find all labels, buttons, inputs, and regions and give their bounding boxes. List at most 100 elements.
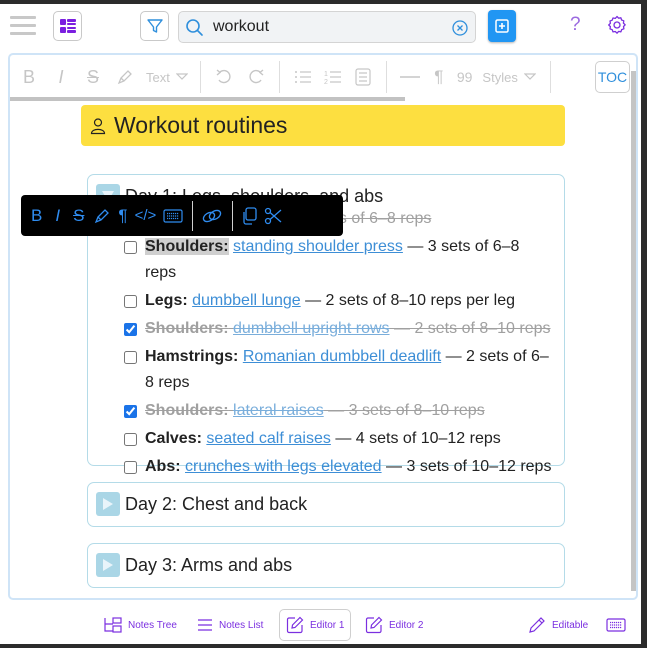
editor-1-tab[interactable]: Editor 1 (279, 609, 352, 641)
section-title: Day 3: Arms and abs (125, 554, 293, 575)
exercise-link[interactable]: dumbbell lunge (192, 292, 301, 309)
float-bold-button[interactable]: B (31, 204, 42, 228)
note-content[interactable]: Workout routines Day 1: Legs, shoulders,… (10, 101, 630, 598)
task-checkbox[interactable] (124, 295, 137, 308)
task-category: Legs: (145, 292, 188, 309)
task-category: Shoulders: (145, 320, 229, 337)
float-italic-button[interactable]: I (55, 204, 60, 228)
horizontal-rule-icon (399, 76, 420, 78)
task-checkbox[interactable] (124, 433, 137, 446)
gear-icon[interactable] (607, 15, 627, 35)
search-field[interactable] (178, 11, 476, 43)
exercise-link[interactable]: standing shoulder press (233, 238, 403, 255)
vertical-scrollbar[interactable] (631, 71, 636, 591)
editable-toggle[interactable]: Editable (528, 609, 588, 641)
redo-button[interactable] (245, 63, 267, 91)
task-checkbox[interactable] (124, 461, 137, 474)
numbered-list-button[interactable]: 12 (322, 63, 344, 91)
keyboard-icon (606, 618, 626, 632)
section-summary[interactable]: Day 3: Arms and abs (96, 553, 292, 577)
task-text: Shoulders: dumbbell upright rows — 2 set… (145, 316, 551, 342)
undo-icon (216, 69, 231, 84)
task-details: — 2 sets of 8–10 reps (389, 320, 551, 337)
new-note-button[interactable] (488, 10, 516, 42)
tree-icon (104, 617, 122, 633)
bullet-list-button[interactable] (292, 63, 314, 91)
task-category: Shoulders: (145, 402, 229, 419)
copy-icon (243, 206, 257, 225)
paragraph-button[interactable]: ¶ (431, 63, 447, 91)
task-item: Calves: seated calf raises — 4 sets of 1… (124, 426, 554, 452)
toc-button[interactable]: TOC (595, 61, 630, 93)
task-category: Abs: (145, 458, 181, 475)
notes-list-tab[interactable]: Notes List (197, 609, 263, 641)
float-link-button[interactable] (201, 204, 223, 228)
horizontal-rule-button[interactable] (399, 63, 421, 91)
task-checkbox[interactable] (124, 323, 137, 336)
expand-toggle[interactable] (96, 553, 120, 577)
styles-label: Styles (482, 69, 518, 85)
toolbar-divider (232, 200, 234, 231)
search-input[interactable] (213, 16, 443, 38)
float-code-button[interactable]: </> (135, 204, 157, 228)
exercise-link[interactable]: dumbbell upright rows (233, 320, 390, 337)
floating-format-toolbar: B I S ¶ </> (21, 195, 343, 236)
task-item: Abs: crunches with legs elevated — 3 set… (124, 454, 554, 480)
toolbar-divider (278, 61, 280, 93)
collapsible-section: Day 3: Arms and abs (87, 543, 565, 588)
task-checkbox[interactable] (124, 241, 137, 254)
text-style-dropdown[interactable]: Text (146, 63, 188, 91)
task-category: Calves: (145, 430, 202, 447)
scissors-icon (265, 207, 282, 224)
float-cut-button[interactable] (264, 204, 282, 228)
task-list: Legs: goblet squat — 3 sets of 6–8 repsS… (124, 206, 554, 482)
editor-panel: B I S Text 12 ¶ 99 Styles TOC Workout ro… (8, 53, 638, 600)
task-category: Shoulders: (145, 238, 229, 255)
float-strikethrough-button[interactable]: S (73, 204, 84, 228)
apps-button[interactable] (53, 11, 82, 41)
chevron-down-icon (175, 73, 188, 80)
bottom-bar: Notes Tree Notes List Editor 1 Editor 2 … (0, 604, 641, 644)
task-text: Calves: seated calf raises — 4 sets of 1… (145, 426, 501, 452)
editor-2-tab[interactable]: Editor 2 (365, 609, 423, 641)
editor-1-label: Editor 1 (310, 619, 345, 631)
redo-icon (249, 69, 264, 84)
triangle-right-icon (103, 559, 113, 571)
help-button[interactable]: ? (570, 14, 581, 36)
blockquote-button[interactable]: 99 (457, 63, 473, 91)
styles-dropdown[interactable]: Styles (482, 63, 536, 91)
task-details: — 4 sets of 10–12 reps (330, 430, 501, 447)
pencil-icon (529, 617, 545, 633)
exercise-link[interactable]: crunches with legs elevated (185, 458, 382, 475)
float-copy-button[interactable] (241, 204, 257, 228)
checklist-button[interactable] (352, 63, 374, 91)
section-summary[interactable]: Day 2: Chest and back (96, 492, 307, 516)
text-style-label: Text (146, 69, 170, 85)
task-checkbox[interactable] (124, 405, 137, 418)
hamburger-icon[interactable] (10, 16, 36, 36)
italic-button[interactable]: I (50, 63, 72, 91)
bold-button[interactable]: B (18, 63, 40, 91)
exercise-link[interactable]: lateral raises (233, 402, 324, 419)
float-keyboard-button[interactable] (163, 204, 183, 228)
exercise-link[interactable]: Romanian dumbbell deadlift (243, 348, 441, 365)
expand-toggle[interactable] (96, 492, 120, 516)
task-checkbox[interactable] (124, 351, 137, 364)
float-highlight-button[interactable] (93, 204, 111, 228)
exercise-link[interactable]: seated calf raises (206, 430, 331, 447)
float-paragraph-button[interactable]: ¶ (118, 204, 127, 228)
editor-toolbar: B I S Text 12 ¶ 99 Styles (10, 55, 636, 99)
highlighter-icon (117, 70, 132, 85)
keyboard-button[interactable] (606, 609, 632, 641)
strikethrough-button[interactable]: S (82, 63, 104, 91)
edit-icon (365, 616, 383, 634)
highlight-button[interactable] (114, 63, 136, 91)
toolbar-divider (199, 61, 201, 93)
plus-square-icon (495, 19, 509, 33)
filter-button[interactable] (140, 11, 169, 41)
task-details: — 3 sets of 10–12 reps (381, 458, 552, 475)
notes-tree-tab[interactable]: Notes Tree (104, 609, 177, 641)
clear-circle-icon[interactable] (452, 20, 468, 36)
undo-button[interactable] (213, 63, 235, 91)
task-item: Shoulders: standing shoulder press — 3 s… (124, 234, 554, 286)
